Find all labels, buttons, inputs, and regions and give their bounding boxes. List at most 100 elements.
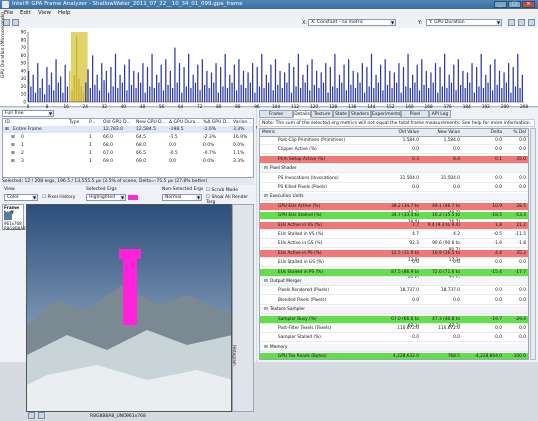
frame-row[interactable] — [3, 158, 253, 165]
erg-bar[interactable] — [402, 67, 405, 102]
erg-bar[interactable] — [146, 67, 149, 102]
erg-bar[interactable] — [366, 67, 368, 102]
erg-bar[interactable] — [480, 53, 482, 102]
zoom-in-icon[interactable] — [28, 412, 35, 419]
tab-experiments[interactable]: Experiments — [371, 110, 401, 118]
menu-help[interactable]: Help — [58, 10, 71, 16]
erg-bar[interactable] — [318, 88, 320, 102]
erg-bar[interactable] — [133, 70, 135, 102]
erg-bar[interactable] — [398, 63, 400, 102]
erg-bar[interactable] — [261, 53, 263, 102]
erg-bar[interactable] — [245, 88, 247, 102]
erg-bar[interactable] — [377, 82, 379, 102]
erg-bar[interactable] — [407, 53, 409, 102]
erg-bar[interactable] — [521, 74, 523, 102]
settings-icon[interactable] — [528, 19, 535, 26]
erg-bar[interactable] — [213, 82, 215, 102]
erg-bar[interactable] — [473, 92, 475, 102]
erg-bar[interactable] — [94, 84, 96, 102]
erg-bar[interactable] — [469, 82, 471, 102]
erg-bar[interactable] — [188, 53, 190, 102]
erg-bar[interactable] — [41, 78, 43, 102]
erg-bar[interactable] — [384, 59, 386, 102]
metric-row[interactable]: GPU Tex Reads (Bytes) 4,228,632.0 (4,1...… — [260, 353, 528, 359]
erg-bar[interactable] — [505, 82, 507, 102]
metric-row[interactable]: PS Killed Pixels (Pixels) 0.0 0.0 0.0 0.0 — [260, 184, 528, 192]
erg-bar[interactable] — [192, 74, 194, 102]
erg-bar[interactable] — [231, 82, 233, 102]
close-button[interactable]: × — [522, 1, 535, 8]
zoom-out-icon[interactable] — [518, 19, 525, 26]
tree-mode-select[interactable]: Full Tree ▼ — [2, 110, 54, 117]
erg-bar[interactable] — [494, 59, 496, 102]
erg-bar[interactable] — [44, 94, 46, 102]
erg-bar[interactable] — [105, 70, 107, 102]
erg-bar[interactable] — [416, 64, 418, 102]
col-old-value[interactable]: Old Value — [384, 129, 419, 136]
erg-bar[interactable] — [30, 86, 32, 102]
erg-bar[interactable] — [53, 90, 55, 102]
erg-bar[interactable] — [279, 70, 281, 102]
erg-bar[interactable] — [101, 63, 103, 102]
erg-bar[interactable] — [32, 74, 34, 102]
menu-edit[interactable]: Edit — [20, 10, 31, 16]
erg-bar[interactable] — [293, 67, 295, 102]
erg-bar[interactable] — [482, 88, 485, 102]
erg-bar[interactable] — [37, 63, 39, 102]
erg-bar[interactable] — [441, 86, 443, 102]
erg-bar[interactable] — [517, 53, 519, 102]
erg-bar[interactable] — [400, 92, 402, 102]
erg-bar[interactable] — [389, 70, 391, 102]
erg-bar[interactable] — [382, 90, 384, 102]
metric-section[interactable]: ⊟ Texture Sampler — [260, 306, 528, 315]
metrics-scrollbar[interactable] — [530, 128, 536, 360]
erg-bar[interactable] — [386, 84, 389, 102]
metric-section[interactable]: ⊟ Memory — [260, 343, 528, 352]
erg-bar[interactable] — [34, 92, 37, 102]
col-new-value[interactable]: New Value — [420, 129, 460, 136]
erg-bar[interactable] — [496, 84, 498, 102]
col-pct-delta[interactable]: % Del — [504, 129, 526, 136]
erg-bar[interactable] — [343, 64, 345, 102]
erg-bar[interactable] — [421, 59, 423, 102]
histogram-panel[interactable]: Histogram — [232, 204, 254, 412]
erg-bar[interactable] — [418, 90, 421, 102]
erg-bar[interactable] — [172, 88, 174, 102]
erg-bar[interactable] — [160, 64, 162, 102]
erg-bar[interactable] — [373, 88, 375, 102]
erg-bar[interactable] — [510, 92, 512, 102]
y-axis-select[interactable]: Y: GPU Duration ▼ — [426, 19, 502, 26]
erg-bar[interactable] — [96, 74, 98, 102]
erg-bar[interactable] — [201, 59, 203, 102]
erg-bar[interactable] — [167, 84, 169, 102]
tab-shaders[interactable]: Shaders — [349, 110, 371, 118]
erg-bar[interactable] — [345, 90, 347, 102]
erg-bar[interactable] — [380, 64, 382, 102]
erg-bar[interactable] — [412, 74, 414, 102]
erg-bar[interactable] — [124, 64, 126, 102]
erg-bar[interactable] — [135, 88, 137, 102]
erg-bar[interactable] — [137, 72, 139, 102]
erg-bar[interactable] — [476, 67, 478, 102]
metric-row[interactable]: EUs Active in VS (%) 7.7 9.4 (9.3 to 9.4) 1… — [260, 221, 528, 230]
erg-bar[interactable] — [82, 92, 85, 102]
erg-bar[interactable] — [78, 78, 80, 102]
erg-bar[interactable] — [309, 90, 311, 102]
erg-bar[interactable] — [446, 88, 448, 102]
erg-bar[interactable] — [391, 88, 393, 102]
erg-bar[interactable] — [320, 72, 322, 102]
erg-bar[interactable] — [197, 64, 199, 102]
erg-bar[interactable] — [274, 59, 277, 102]
expand-icon[interactable]: ⊞ — [11, 143, 15, 148]
erg-bar[interactable] — [430, 72, 432, 102]
erg-bar[interactable] — [85, 82, 87, 102]
erg-bar[interactable] — [165, 59, 167, 102]
erg-bar[interactable] — [311, 59, 313, 102]
metric-row[interactable]: EUs Active in GS (%)92.390.6 (90.6 to 90… — [260, 240, 528, 253]
erg-bar[interactable] — [151, 53, 153, 102]
erg-bar[interactable] — [487, 82, 489, 102]
metric-section[interactable]: ⊟ Pixel Shader — [260, 165, 528, 174]
erg-bar[interactable] — [332, 86, 334, 102]
erg-bar[interactable] — [169, 70, 171, 102]
tab-frame-overview[interactable]: Frame Overview — [259, 110, 293, 125]
